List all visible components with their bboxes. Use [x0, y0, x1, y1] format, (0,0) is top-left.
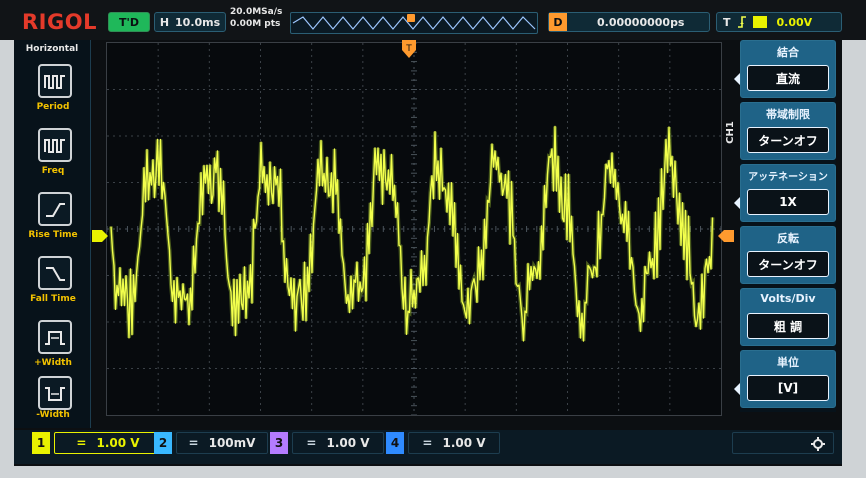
h-label: H [159, 15, 170, 29]
trigger-status-text: T'D [118, 15, 139, 29]
trigger-position-marker[interactable]: T [402, 40, 416, 62]
channel-scale-value: = 1.00 V [54, 432, 162, 454]
channel-number: 1 [32, 432, 50, 454]
right-channel-menu: CH1 結合 直流 帯域制限 ターンオフ アッテネーション 1X 反転 ターンオ… [725, 40, 836, 412]
period-icon [38, 64, 72, 98]
left-menu-item-rise-time[interactable]: Rise Time [24, 192, 80, 248]
menu-item-volts-div[interactable]: Volts/Div 粗 調 [740, 288, 836, 346]
trigger-level-value: 0.00V [776, 15, 813, 29]
timebase-value: 10.0ms [175, 15, 221, 29]
menu-item-coupling[interactable]: 結合 直流 [734, 40, 836, 98]
negative-width-icon [38, 376, 72, 410]
waveform-overview-svg [292, 14, 536, 30]
menu-item-title: 反転 [777, 232, 799, 245]
fall-time-icon [38, 256, 72, 290]
menu-arrow-icon [734, 383, 740, 395]
left-menu-item-label: Rise Time [28, 230, 78, 240]
acquisition-info: 20.0MSa/s 0.00M pts [230, 8, 286, 34]
channel-tab-3[interactable]: 3 = 1.00 V [270, 432, 384, 454]
channel-tab-1[interactable]: 1 = 1.00 V [32, 432, 162, 454]
channel-scale-value: = 1.00 V [292, 432, 384, 454]
menu-item-value[interactable]: 粗 調 [747, 313, 829, 339]
svg-text:T: T [405, 44, 412, 54]
menu-item-title: Volts/Div [760, 292, 816, 305]
left-menu-item-label: Period [36, 102, 70, 112]
menu-item-unit[interactable]: 単位 [V] [734, 350, 836, 408]
delay-value: 0.00000000ps [597, 15, 685, 29]
channel-tab-2[interactable]: 2 = 100mV [154, 432, 268, 454]
menu-item-value[interactable]: ターンオフ [747, 127, 829, 153]
brand-logo: RIGOL [22, 10, 97, 34]
left-menu-title: Horizontal [25, 44, 79, 54]
menu-item-invert[interactable]: 反転 ターンオフ [740, 226, 836, 284]
channel-scale-value: = 100mV [176, 432, 268, 454]
left-menu-item-fall-time[interactable]: Fall Time [24, 256, 80, 312]
trigger-display[interactable]: T 0.00V [716, 12, 842, 32]
left-menu-item-freq[interactable]: Freq [24, 128, 80, 184]
left-menu-item-label: Freq [41, 166, 65, 176]
channel-tab-4[interactable]: 4 = 1.00 V [386, 432, 500, 454]
frequency-icon [38, 128, 72, 162]
timebase-display[interactable]: H 10.0ms [154, 12, 226, 32]
menu-item-title: 結合 [777, 46, 799, 59]
channel-scale-value: = 1.00 V [408, 432, 500, 454]
system-status-area[interactable] [732, 432, 834, 454]
settings-gear-icon [811, 436, 825, 451]
menu-item-attenuation[interactable]: アッテネーション 1X [734, 164, 836, 222]
left-menu-item-label: -Width [36, 410, 70, 420]
trigger-level-marker[interactable] [718, 227, 734, 246]
channel-1-waveform-glow [109, 126, 715, 342]
positive-width-icon [38, 320, 72, 354]
delay-d-label: D [549, 13, 567, 31]
waveform-grid-svg [106, 42, 722, 416]
channel-number: 2 [154, 432, 172, 454]
trigger-t-label: T [723, 15, 731, 29]
menu-item-value[interactable]: 直流 [747, 65, 829, 91]
channel-1-waveform [110, 125, 714, 342]
trigger-status-badge: T'D [108, 12, 150, 32]
menu-item-value[interactable]: [V] [747, 375, 829, 401]
trigger-edge-icon [737, 16, 747, 28]
left-menu-item-label: Fall Time [30, 294, 76, 304]
menu-item-title: 帯域制限 [766, 108, 810, 121]
left-menu-item-period[interactable]: Period [24, 64, 80, 120]
menu-item-value[interactable]: ターンオフ [747, 251, 829, 277]
oscilloscope-screen: RIGOL T'D H 10.0ms 20.0MSa/s 0.00M pts D… [0, 0, 866, 478]
left-menu-item-negative-width[interactable]: -Width [24, 376, 80, 432]
sample-rate: 20.0MSa/s [230, 7, 283, 17]
channel-1-ground-marker[interactable] [92, 227, 108, 246]
menu-arrow-icon [734, 73, 740, 85]
menu-item-value[interactable]: 1X [747, 189, 829, 215]
left-menu-item-positive-width[interactable]: +Width [24, 320, 80, 376]
delay-display[interactable]: D 0.00000000ps [548, 12, 710, 32]
menu-item-bandwidth-limit[interactable]: 帯域制限 ターンオフ [740, 102, 836, 160]
left-menu-item-label: +Width [34, 358, 72, 368]
menu-arrow-icon [734, 197, 740, 209]
menu-item-title: 単位 [777, 356, 799, 369]
channel-tag: CH1 [724, 120, 736, 144]
channel-number: 3 [270, 432, 288, 454]
channel-number: 4 [386, 432, 404, 454]
waveform-display[interactable] [106, 42, 722, 416]
rise-time-icon [38, 192, 72, 226]
trigger-source-indicator [752, 16, 767, 28]
channel-status-bar: 1 = 1.00 V 2 = 100mV 3 = 1.00 V 4 = 1.00 V [14, 430, 842, 464]
menu-item-title: アッテネーション [748, 172, 828, 183]
memory-depth: 0.00M pts [230, 19, 281, 29]
left-measure-menu: Horizontal Period Freq Rise Time Fall Ti… [14, 40, 91, 428]
waveform-overview[interactable] [290, 12, 538, 34]
